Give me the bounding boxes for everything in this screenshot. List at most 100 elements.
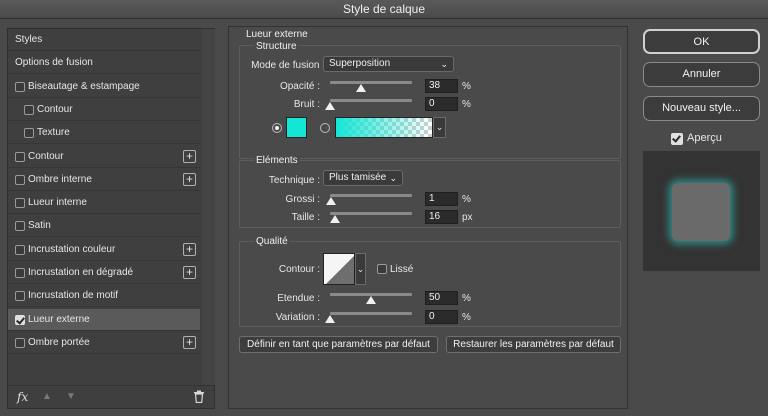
preview-label: Aperçu [687,132,722,144]
styles-list-panel: Styles Options de fusion Biseautage & esta… [7,28,215,409]
contour-preview[interactable] [323,253,355,285]
style-item[interactable]: Lueur externe [8,308,200,331]
add-effect-icon[interactable]: + [183,335,196,349]
style-item[interactable]: Contour [8,99,200,121]
style-item[interactable]: Ombre portée + [8,332,200,354]
style-item-label: Biseautage & estampage [28,80,140,92]
style-item-checkbox[interactable] [15,174,25,185]
jitter-unit: % [462,312,471,323]
style-item-checkbox[interactable] [15,151,25,162]
style-item-checkbox[interactable] [15,337,25,348]
antialias-checkbox[interactable] [377,264,387,274]
style-item-checkbox[interactable] [15,221,25,232]
structure-title: Structure [254,41,299,52]
spread-input[interactable]: 1 [425,192,458,206]
move-down-icon[interactable]: ▼ [66,391,76,402]
spread-slider-track[interactable] [330,194,412,197]
style-item-checkbox[interactable] [15,81,25,92]
size-slider-thumb[interactable] [330,215,341,223]
elements-title: Eléments [254,155,300,166]
size-label: Taille : [291,212,320,223]
style-item-label: Ombre portée [28,336,90,348]
trash-icon[interactable] [193,390,205,406]
blend-mode-value: Superposition [329,58,391,69]
reset-default-button[interactable]: Restaurer les paramètres par défaut [446,336,621,353]
noise-unit: % [462,99,471,110]
solid-color-radio[interactable] [272,123,282,133]
add-effect-icon[interactable]: + [183,149,196,163]
move-up-icon[interactable]: ▲ [42,391,52,402]
new-style-button[interactable]: Nouveau style... [643,96,760,121]
style-item-label: Options de fusion [15,57,93,69]
size-unit: px [462,212,473,223]
range-label: Etendue : [277,293,320,304]
style-item[interactable]: Contour + [8,146,200,168]
noise-input[interactable]: 0 [425,97,458,111]
style-item-checkbox[interactable] [24,104,34,115]
spread-slider-thumb[interactable] [325,197,336,205]
opacity-input[interactable]: 38 [425,79,458,93]
size-input[interactable]: 16 [425,210,458,224]
size-slider-track[interactable] [330,212,412,215]
cancel-button[interactable]: Annuler [643,62,760,87]
style-item[interactable]: Incrustation de motif [8,285,200,308]
spread-unit: % [462,194,471,205]
style-item-checkbox[interactable] [15,291,25,302]
window-title: Style de calque [0,0,768,19]
style-item[interactable]: Satin [8,215,200,238]
style-item-checkbox[interactable] [15,198,25,209]
add-effect-icon[interactable]: + [183,242,196,256]
jitter-input[interactable]: 0 [425,310,458,324]
style-item-checkbox[interactable] [15,314,25,325]
technique-value: Plus tamisée [329,172,387,183]
noise-slider-thumb[interactable] [325,102,335,110]
style-item-label: Incrustation de motif [28,290,119,302]
style-item-label: Texture [37,127,70,139]
range-input[interactable]: 50 [425,291,458,305]
style-preview [643,151,760,271]
glow-color-swatch[interactable] [286,117,307,138]
style-item-label: Ombre interne [28,173,92,185]
style-item[interactable]: Ombre interne + [8,169,200,191]
fx-menu-button[interactable]: fx [17,390,28,404]
style-item-label: Incrustation en dégradé [28,267,134,278]
style-item[interactable]: Biseautage & estampage [8,76,200,98]
technique-select[interactable]: Plus tamisée ⌄ [323,170,403,186]
range-slider-thumb[interactable] [366,296,376,304]
style-item-checkbox[interactable] [24,128,34,139]
jitter-slider-thumb[interactable] [325,315,335,323]
blend-mode-label: Mode de fusion : [251,60,325,71]
blend-mode-select[interactable]: Superposition ⌄ [323,56,454,72]
opacity-slider-track[interactable] [330,81,412,84]
make-default-button[interactable]: Définir en tant que paramètres par défau… [239,336,438,353]
gradient-picker-chevron-icon[interactable]: ⌄ [433,117,446,138]
style-item-checkbox[interactable] [15,244,25,255]
opacity-unit: % [462,81,471,92]
style-item[interactable]: Texture [8,122,200,145]
style-item[interactable]: Lueur interne [8,192,200,215]
contour-label: Contour : [278,264,320,275]
style-item-label: Incrustation couleur [28,243,116,255]
style-item[interactable]: Styles [8,29,200,51]
style-item[interactable]: Incrustation couleur + [8,239,200,261]
styles-list-scrollbar[interactable] [202,29,215,385]
style-item[interactable]: Options de fusion [8,52,200,75]
quality-title: Qualité [254,236,290,247]
ok-button[interactable]: OK [643,29,760,54]
chevron-down-icon: ⌄ [389,173,397,183]
style-item[interactable]: Incrustation en dégradé + [8,262,200,284]
gradient-swatch[interactable] [335,117,433,138]
opacity-label: Opacité : [279,81,320,92]
noise-slider-track[interactable] [330,99,412,102]
add-effect-icon[interactable]: + [183,266,196,279]
jitter-slider-track[interactable] [330,312,412,315]
opacity-slider-thumb[interactable] [356,84,367,92]
gradient-radio[interactable] [320,123,330,133]
style-item-label: Contour [37,103,73,115]
antialias-label: Lissé [390,264,414,275]
outer-glow-panel: Lueur externe Structure Mode de fusion :… [228,26,628,409]
add-effect-icon[interactable]: + [183,172,196,186]
style-item-checkbox[interactable] [15,268,25,278]
preview-checkbox[interactable] [671,133,683,145]
contour-chevron-icon[interactable]: ⌄ [355,253,366,285]
